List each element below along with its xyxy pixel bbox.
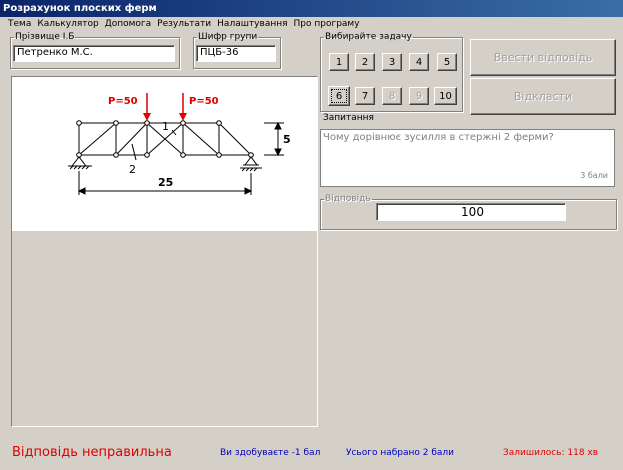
time-remaining: Залишилось: 118 хв <box>503 448 599 458</box>
task-button-10[interactable]: 10 <box>434 87 457 105</box>
menu-item-topic[interactable]: Тема <box>8 17 31 32</box>
member-2-label: 2 <box>129 163 136 176</box>
height-dimension <box>264 121 284 157</box>
member-2-leader <box>131 143 137 161</box>
load-arrows <box>143 93 187 121</box>
task-button-5[interactable]: 5 <box>437 53 457 71</box>
task-button-4[interactable]: 4 <box>409 53 429 71</box>
member-1-label: 1 <box>162 120 169 133</box>
menu-item-help[interactable]: Допомога <box>105 17 151 32</box>
surname-field[interactable]: Петренко М.С. <box>13 45 175 62</box>
question-points: 3 бали <box>580 171 608 180</box>
question-label: Запитання <box>323 113 374 123</box>
task-button-7[interactable]: 7 <box>355 87 375 105</box>
span-label: 25 <box>158 176 173 189</box>
task-button-6[interactable]: 6 <box>328 86 350 106</box>
menu-bar: Тема Калькулятор Допомога Результати Нал… <box>0 17 623 32</box>
task-button-8[interactable]: 8 <box>382 87 402 105</box>
result-status: Відповідь неправильна <box>12 445 172 460</box>
group-code-label: Шифр групи <box>198 32 258 42</box>
drawing-panel: P=50 P=50 1 2 5 25 <box>11 76 318 427</box>
surname-label: Прізвище І.Б <box>15 32 75 42</box>
height-label: 5 <box>283 133 291 146</box>
group-code-field[interactable]: ПЦБ-36 <box>196 45 276 62</box>
score-gain: Ви здобуваєте -1 бал <box>220 448 321 458</box>
right-support <box>240 156 262 172</box>
task-button-2[interactable]: 2 <box>355 53 375 71</box>
window-title: Розрахунок плоских ферм <box>0 0 623 17</box>
question-text-box: Чому дорівнює зусилля в стержні 2 ферми?… <box>320 129 615 187</box>
answer-label: Відповідь <box>325 194 371 204</box>
load-label-left: P=50 <box>108 96 138 107</box>
postpone-button[interactable]: Відкласти <box>470 78 616 115</box>
truss-figure: P=50 P=50 1 2 5 25 <box>12 77 317 231</box>
enter-answer-button[interactable]: Ввести відповідь <box>470 39 616 76</box>
menu-item-results[interactable]: Результати <box>157 17 211 32</box>
truss-diagram: P=50 P=50 1 2 5 25 <box>68 93 291 195</box>
task-button-1[interactable]: 1 <box>329 53 349 71</box>
task-select-label: Вибирайте задачу <box>325 32 412 42</box>
task-button-9[interactable]: 9 <box>409 87 429 105</box>
menu-item-about[interactable]: Про програму <box>294 17 360 32</box>
load-label-right: P=50 <box>189 96 219 107</box>
question-text: Чому дорівнює зусилля в стержні 2 ферми? <box>323 132 554 143</box>
task-button-3[interactable]: 3 <box>382 53 402 71</box>
answer-field[interactable]: 100 <box>376 203 566 221</box>
left-support <box>68 156 92 170</box>
total-score: Усього набрано 2 бали <box>346 448 455 458</box>
menu-item-calculator[interactable]: Калькулятор <box>37 17 98 32</box>
menu-item-settings[interactable]: Налаштування <box>217 17 287 32</box>
